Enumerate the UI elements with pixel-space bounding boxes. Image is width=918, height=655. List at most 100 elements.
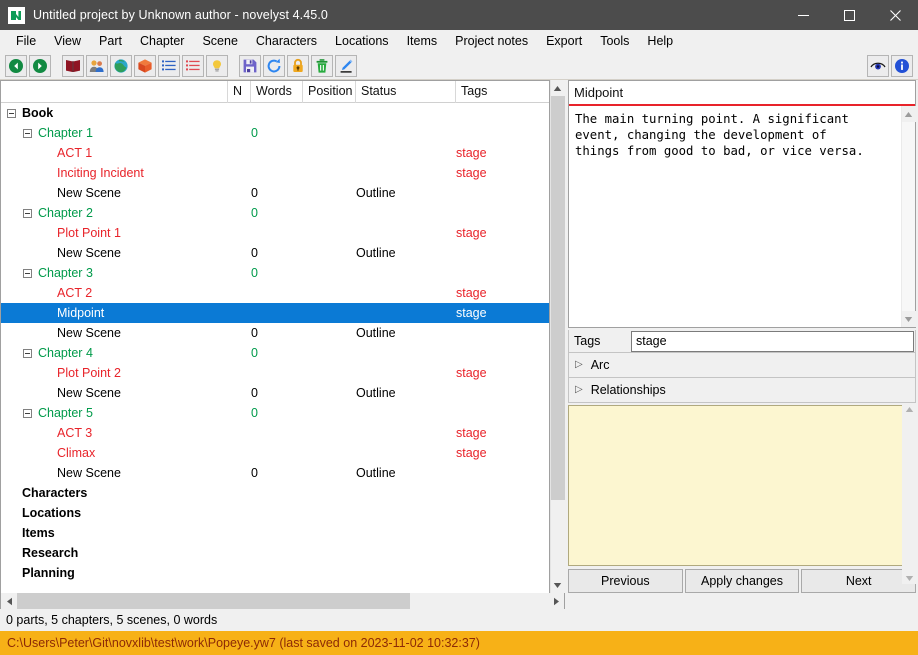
scroll-down-icon[interactable] xyxy=(901,311,916,327)
menu-item-file[interactable]: File xyxy=(7,31,45,51)
scrollbar-thumb[interactable] xyxy=(550,96,565,501)
menu-item-project-notes[interactable]: Project notes xyxy=(446,31,537,51)
hscrollbar-track[interactable] xyxy=(17,593,548,609)
previous-button[interactable]: Previous xyxy=(568,569,683,593)
tree-row[interactable]: Climax stage xyxy=(1,443,549,463)
tree-row-n-cell xyxy=(228,323,251,343)
scroll-up-icon[interactable] xyxy=(901,106,916,122)
tree-row-name-cell: Locations xyxy=(1,503,228,523)
description-text[interactable]: The main turning point. A significant ev… xyxy=(569,106,901,327)
eye-icon[interactable] xyxy=(867,54,889,77)
locations-globe-icon[interactable] xyxy=(110,54,132,77)
tree-expander-collapse-icon[interactable] xyxy=(23,268,32,278)
element-title-input[interactable] xyxy=(569,84,915,101)
menu-item-characters[interactable]: Characters xyxy=(247,31,326,51)
menu-item-view[interactable]: View xyxy=(45,31,90,51)
info-icon[interactable] xyxy=(891,54,913,77)
tree-row[interactable]: Plot Point 1 stage xyxy=(1,223,549,243)
tree-row[interactable]: ACT 3 stage xyxy=(1,423,549,443)
project-notes-list-icon[interactable] xyxy=(158,54,180,77)
hscrollbar-thumb[interactable] xyxy=(17,593,410,609)
menu-item-part[interactable]: Part xyxy=(90,31,131,51)
go-back-icon[interactable] xyxy=(5,54,27,77)
tree-row[interactable]: Planning xyxy=(1,563,549,583)
section-relationships[interactable]: ▷ Relationships xyxy=(568,378,916,403)
scrollbar-track[interactable] xyxy=(550,96,565,577)
tree-column-header-position[interactable]: Position xyxy=(303,80,356,103)
tree-expander-collapse-icon[interactable] xyxy=(23,348,32,358)
menu-item-tools[interactable]: Tools xyxy=(591,31,638,51)
menu-item-help[interactable]: Help xyxy=(638,31,682,51)
tree-expander-collapse-icon[interactable] xyxy=(23,408,32,418)
scroll-left-icon[interactable] xyxy=(1,593,17,609)
close-icon[interactable] xyxy=(872,0,918,30)
scroll-up-icon[interactable] xyxy=(550,80,565,96)
tree-row[interactable]: New Scene 0 Outline xyxy=(1,323,549,343)
tree-row[interactable]: Items xyxy=(1,523,549,543)
lightbulb-icon[interactable] xyxy=(206,54,228,77)
tree-row[interactable]: New Scene 0 Outline xyxy=(1,383,549,403)
tree-row[interactable]: Chapter 4 0 xyxy=(1,343,549,363)
minimize-icon[interactable] xyxy=(780,0,826,30)
reload-icon[interactable] xyxy=(263,54,285,77)
tree-column-header-status[interactable]: Status xyxy=(356,80,456,103)
tree-row[interactable]: New Scene 0 Outline xyxy=(1,183,549,203)
menu-item-locations[interactable]: Locations xyxy=(326,31,398,51)
tree-expander-collapse-icon[interactable] xyxy=(23,208,32,218)
tree-expander-collapse-icon[interactable] xyxy=(7,108,16,118)
section-arc[interactable]: ▷ Arc xyxy=(568,353,916,378)
tree-row[interactable]: ACT 1 stage xyxy=(1,143,549,163)
tree-row[interactable]: ACT 2 stage xyxy=(1,283,549,303)
tree-column-header-words[interactable]: Words xyxy=(251,80,303,103)
menu-item-export[interactable]: Export xyxy=(537,31,591,51)
export-list-icon[interactable] xyxy=(182,54,204,77)
tree-row[interactable]: Chapter 3 0 xyxy=(1,263,549,283)
tree-column-header-n[interactable]: N xyxy=(228,80,251,103)
characters-icon[interactable] xyxy=(86,54,108,77)
tree-row[interactable]: Locations xyxy=(1,503,549,523)
menu-item-chapter[interactable]: Chapter xyxy=(131,31,193,51)
scroll-down-icon[interactable] xyxy=(550,577,565,593)
edit-pencil-icon[interactable] xyxy=(335,54,357,77)
tree-row-name-cell: Chapter 2 xyxy=(1,203,228,223)
tree-row[interactable]: Research xyxy=(1,543,549,563)
tree-row-position-cell xyxy=(303,123,356,143)
tree-column-header-tags[interactable]: Tags xyxy=(456,81,549,103)
save-icon[interactable] xyxy=(239,54,261,77)
menu-item-scene[interactable]: Scene xyxy=(193,31,246,51)
tree-expander-collapse-icon[interactable] xyxy=(23,128,32,138)
tree-row[interactable]: Chapter 5 0 xyxy=(1,403,549,423)
description-scrollbar[interactable] xyxy=(901,106,916,327)
notes-scrollbar[interactable] xyxy=(902,404,916,584)
tree-row[interactable]: Book xyxy=(1,103,549,123)
tree-row-label: ACT 2 xyxy=(57,286,93,300)
tree-row[interactable]: Inciting Incident stage xyxy=(1,163,549,183)
tree-row[interactable]: Plot Point 2 stage xyxy=(1,363,549,383)
tree-row[interactable]: Characters xyxy=(1,483,549,503)
tree-row[interactable]: New Scene 0 Outline xyxy=(1,463,549,483)
lock-icon[interactable] xyxy=(287,54,309,77)
scroll-right-icon[interactable] xyxy=(548,593,564,609)
items-box-icon[interactable] xyxy=(134,54,156,77)
tree-row[interactable]: Chapter 1 0 xyxy=(1,123,549,143)
tree-row-n-cell xyxy=(228,123,251,143)
tree-column-header-name[interactable] xyxy=(1,80,228,103)
tree-vertical-scrollbar[interactable] xyxy=(550,80,565,593)
apply-changes-button[interactable]: Apply changes xyxy=(684,569,800,593)
maximize-icon[interactable] xyxy=(826,0,872,30)
tree-row[interactable]: New Scene 0 Outline xyxy=(1,243,549,263)
go-forward-icon[interactable] xyxy=(29,54,51,77)
tree-row-words-cell: 0 xyxy=(251,406,258,420)
tree-row-label: Characters xyxy=(22,486,88,500)
delete-trash-icon[interactable] xyxy=(311,54,333,77)
tree-row-position-cell xyxy=(303,263,356,283)
tree-row[interactable]: Midpoint stage xyxy=(1,303,549,323)
tags-input[interactable] xyxy=(631,330,914,352)
book-icon[interactable] xyxy=(62,54,84,77)
next-button[interactable]: Next xyxy=(801,569,917,593)
tree-horizontal-scrollbar[interactable] xyxy=(0,593,565,609)
tree-row-status-cell xyxy=(356,443,456,463)
notes-textarea[interactable] xyxy=(569,406,915,565)
menu-item-items[interactable]: Items xyxy=(398,31,447,51)
tree-row[interactable]: Chapter 2 0 xyxy=(1,203,549,223)
